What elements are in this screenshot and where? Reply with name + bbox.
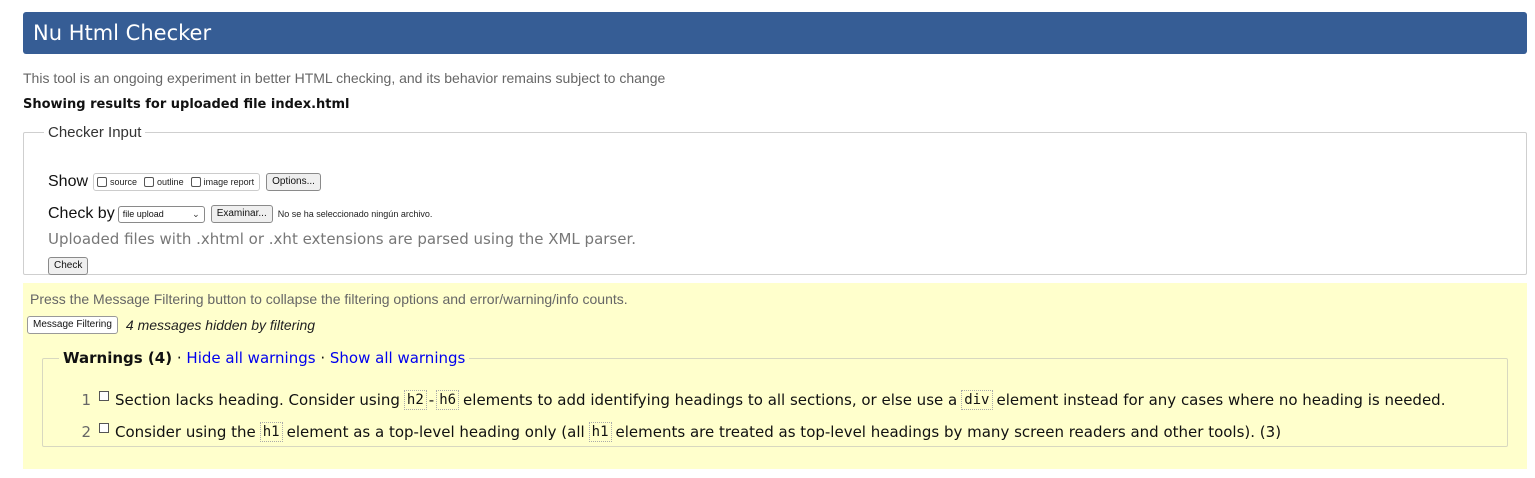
source-checkbox[interactable]: [97, 177, 108, 187]
filtering-row: Message Filtering 4 messages hidden by f…: [27, 316, 315, 334]
checker-input-fieldset: Checker Input Show source outline image …: [23, 124, 1527, 275]
code-snippet: div: [961, 390, 993, 410]
outline-checkbox-label: outline: [157, 177, 184, 187]
image-report-checkbox[interactable]: [190, 177, 201, 187]
warning-text: element as a top-level heading only (all: [286, 423, 585, 441]
source-checkbox-label: source: [110, 177, 138, 187]
show-label: Show: [48, 173, 89, 190]
warning-text: elements are treated as top-level headin…: [615, 423, 1282, 441]
warning-text: Section lacks heading. Consider using: [115, 391, 400, 409]
intro-text: This tool is an ongoing experiment in be…: [23, 70, 666, 86]
app-title: Nu Html Checker: [33, 21, 212, 45]
warning-checkbox[interactable]: [99, 423, 109, 433]
warning-item: 2 Consider using the h1 element as a top…: [77, 422, 1281, 442]
warning-checkbox[interactable]: [99, 391, 109, 401]
show-row: Show source outline image report Options…: [48, 173, 321, 191]
results-heading: Showing results for uploaded file index.…: [23, 97, 350, 112]
filtering-hint: Press the Message Filtering button to co…: [30, 291, 628, 307]
show-image-report-option[interactable]: image report: [190, 177, 255, 187]
browse-file-button[interactable]: Examinar...: [210, 205, 273, 223]
warnings-fieldset: Warnings (4) · Hide all warnings · Show …: [42, 349, 1508, 447]
code-snippet: h1: [588, 422, 612, 442]
range-dash: -: [428, 391, 435, 409]
legend-separator: ·: [176, 349, 182, 367]
warnings-legend: Warnings (4) · Hide all warnings · Show …: [59, 349, 469, 367]
checker-input-legend: Checker Input: [48, 124, 142, 141]
options-button[interactable]: Options...: [266, 173, 321, 191]
show-outline-option[interactable]: outline: [144, 177, 184, 187]
check-by-row: Check by file upload ⌄ Examinar... No se…: [48, 205, 432, 223]
code-snippet: h2: [403, 390, 427, 410]
image-report-checkbox-label: image report: [203, 177, 255, 187]
show-all-warnings-link[interactable]: Show all warnings: [330, 349, 465, 367]
hide-all-warnings-link[interactable]: Hide all warnings: [186, 349, 315, 367]
message-filtering-button[interactable]: Message Filtering: [27, 316, 118, 334]
show-options-group: source outline image report: [93, 173, 261, 191]
warnings-title: Warnings (4): [63, 349, 173, 367]
show-source-option[interactable]: source: [97, 177, 137, 187]
code-snippet: h1: [259, 422, 283, 442]
warning-number: 1: [81, 391, 91, 409]
app-header: Nu Html Checker: [23, 12, 1527, 54]
warning-item: 1 Section lacks heading. Consider using …: [77, 390, 1445, 410]
check-by-selected-value: file upload: [122, 209, 164, 219]
warning-text: Consider using the: [115, 423, 256, 441]
page: Nu Html Checker This tool is an ongoing …: [0, 0, 1535, 478]
check-button[interactable]: Check: [48, 257, 89, 275]
code-snippet: h6: [436, 390, 460, 410]
check-by-select[interactable]: file upload ⌄: [117, 205, 205, 223]
hidden-messages-count: 4 messages hidden by filtering: [125, 317, 316, 333]
warning-text: element instead for any cases where no h…: [996, 391, 1446, 409]
check-by-label: Check by: [48, 205, 115, 222]
warning-text: elements to add identifying headings to …: [463, 391, 958, 409]
xml-parser-note: Uploaded files with .xhtml or .xht exten…: [48, 230, 637, 248]
chevron-down-icon: ⌄: [192, 208, 200, 219]
outline-checkbox[interactable]: [144, 177, 155, 187]
message-filtering-panel: Press the Message Filtering button to co…: [23, 283, 1527, 469]
legend-separator: ·: [320, 349, 326, 367]
warning-number: 2: [81, 423, 91, 441]
no-file-status: No se ha seleccionado ningún archivo.: [277, 209, 433, 219]
